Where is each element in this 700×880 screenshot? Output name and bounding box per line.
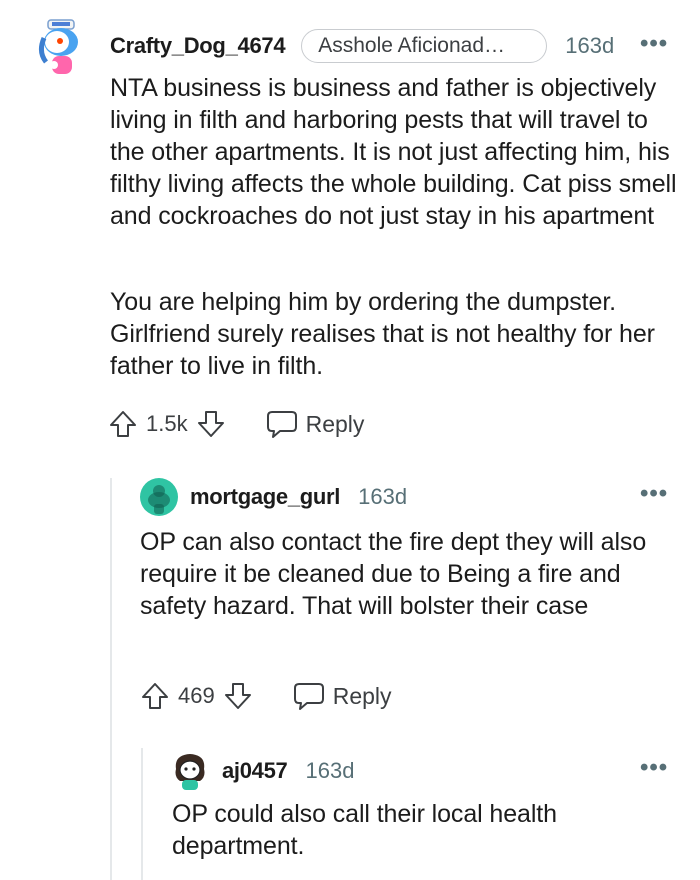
- comment-paragraph: OP could also call their local health de…: [172, 800, 557, 860]
- snoo-avatar-icon: [140, 478, 178, 516]
- avatar[interactable]: [140, 478, 178, 516]
- comment-age: 163d: [565, 33, 615, 58]
- more-options-icon[interactable]: •••: [640, 30, 668, 58]
- username[interactable]: aj0457: [222, 758, 288, 784]
- reply-label: Reply: [332, 682, 392, 709]
- comment-paragraph: You are helping him by ordering the dump…: [110, 288, 655, 380]
- comment-paragraph: NTA business is business and father is o…: [110, 74, 677, 230]
- upvote-icon[interactable]: [108, 409, 138, 439]
- thread-line[interactable]: [110, 478, 112, 880]
- reply-button[interactable]: Reply: [266, 409, 365, 439]
- downvote-icon[interactable]: [223, 681, 253, 711]
- comment-header: Crafty_Dog_4674 Asshole Aficionad… 163d: [110, 29, 614, 63]
- comment-paragraph: OP can also contact the fire dept they w…: [140, 528, 647, 620]
- username[interactable]: mortgage_gurl: [190, 484, 340, 510]
- more-options-icon[interactable]: •••: [640, 480, 668, 508]
- avatar[interactable]: [172, 751, 208, 791]
- comment-age: 163d: [305, 758, 355, 783]
- vote-count: 469: [178, 683, 215, 708]
- comment-header: mortgage_gurl 163d: [190, 481, 407, 513]
- snoo-avatar-icon: [175, 754, 205, 790]
- thread-line[interactable]: [141, 748, 143, 880]
- snoo-avatar-icon: [38, 19, 78, 74]
- more-options-icon[interactable]: •••: [640, 754, 668, 782]
- comment-actions: 1.5k Reply: [108, 404, 364, 444]
- vote-count: 1.5k: [146, 411, 188, 436]
- comment-bubble-icon: [293, 683, 324, 710]
- comment-age: 163d: [358, 484, 408, 509]
- user-flair: Asshole Aficionad…: [301, 29, 548, 63]
- comment-bubble-icon: [266, 411, 297, 438]
- comment-actions: 469 Reply: [140, 676, 392, 716]
- upvote-icon[interactable]: [140, 681, 170, 711]
- avatar[interactable]: [38, 18, 84, 76]
- downvote-icon[interactable]: [196, 409, 226, 439]
- reply-label: Reply: [305, 410, 365, 437]
- reply-button[interactable]: Reply: [293, 681, 392, 711]
- username[interactable]: Crafty_Dog_4674: [110, 33, 286, 59]
- comment-header: aj0457 163d: [222, 755, 354, 787]
